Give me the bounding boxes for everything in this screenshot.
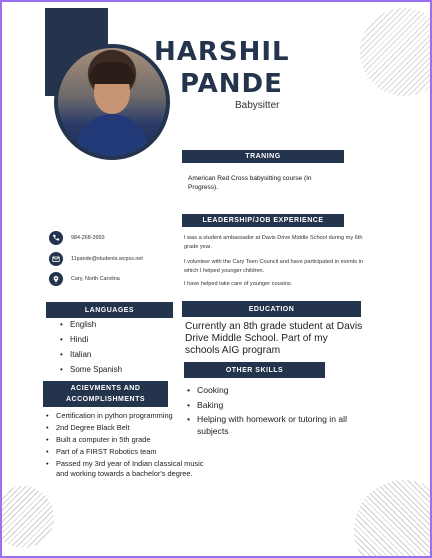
skill-item: Helping with homework or tutoring in all…	[187, 414, 357, 437]
languages-list: English Hindi Italian Some Spanish	[60, 320, 122, 380]
language-item: Italian	[60, 350, 122, 365]
photo-jacket	[76, 114, 148, 156]
last-name: PANDE	[180, 69, 283, 99]
achievement-item: Passed my 3rd year of Indian classical m…	[46, 459, 206, 480]
experience-heading: LEADERSHIP/JOB EXPERIENCE	[182, 214, 344, 227]
skill-item: Cooking	[187, 385, 357, 397]
achievement-item: 2nd Degree Black Belt	[46, 423, 206, 434]
language-item: English	[60, 320, 122, 335]
achievement-item: Part of a FIRST Robotics team	[46, 447, 206, 458]
decorative-circle-top-right	[360, 8, 430, 96]
experience-item: I have helped take care of younger cousi…	[184, 281, 293, 287]
contact-location: Cary, North Carolina	[49, 272, 120, 286]
profile-photo	[54, 44, 170, 160]
skills-list: Cooking Baking Helping with homework or …	[187, 385, 357, 440]
skills-heading: OTHER SKILLS	[184, 362, 325, 378]
education-heading: EDUCATION	[182, 301, 361, 317]
training-text: American Red Cross babysitting course (I…	[188, 175, 312, 191]
skill-item: Baking	[187, 400, 357, 412]
photo-hair	[90, 62, 134, 84]
phone-number: 984-268-3993	[71, 235, 105, 241]
experience-item: I was a student ambassador at Davis Driv…	[184, 235, 363, 250]
resume-page: HARSHIL PANDE Babysitter TRANING America…	[0, 0, 432, 558]
achievements-list: Certification in python programming 2nd …	[46, 411, 206, 481]
languages-heading: LANGUAGES	[46, 302, 173, 318]
achievement-item: Built a computer in 5th grade	[46, 435, 206, 446]
experience-item: I volunteer with the Cary Teen Council a…	[184, 259, 364, 274]
language-item: Some Spanish	[60, 365, 122, 380]
achievement-item: Certification in python programming	[46, 411, 206, 422]
education-text: Currently an 8th grade student at Davis …	[185, 321, 363, 357]
mail-icon	[49, 252, 63, 266]
contact-phone: 984-268-3993	[49, 231, 105, 245]
location-text: Cary, North Carolina	[71, 276, 120, 282]
achievements-heading: ACIEVMENTS AND ACCOMPLISHMENTS	[43, 381, 168, 407]
email-address: 11pande@students.wcpss.net	[71, 256, 143, 262]
job-role: Babysitter	[235, 100, 280, 111]
training-heading: TRANING	[182, 150, 344, 163]
first-name: HARSHIL	[154, 37, 290, 67]
achievements-heading-line2: ACCOMPLISHMENTS	[65, 396, 146, 403]
decorative-circle-bottom-right	[354, 480, 430, 556]
contact-email: 11pande@students.wcpss.net	[49, 252, 143, 266]
achievements-heading-line1: ACIEVMENTS AND	[70, 385, 141, 392]
decorative-circle-bottom-left	[2, 486, 54, 548]
phone-icon	[49, 231, 63, 245]
language-item: Hindi	[60, 335, 122, 350]
location-pin-icon	[49, 272, 63, 286]
